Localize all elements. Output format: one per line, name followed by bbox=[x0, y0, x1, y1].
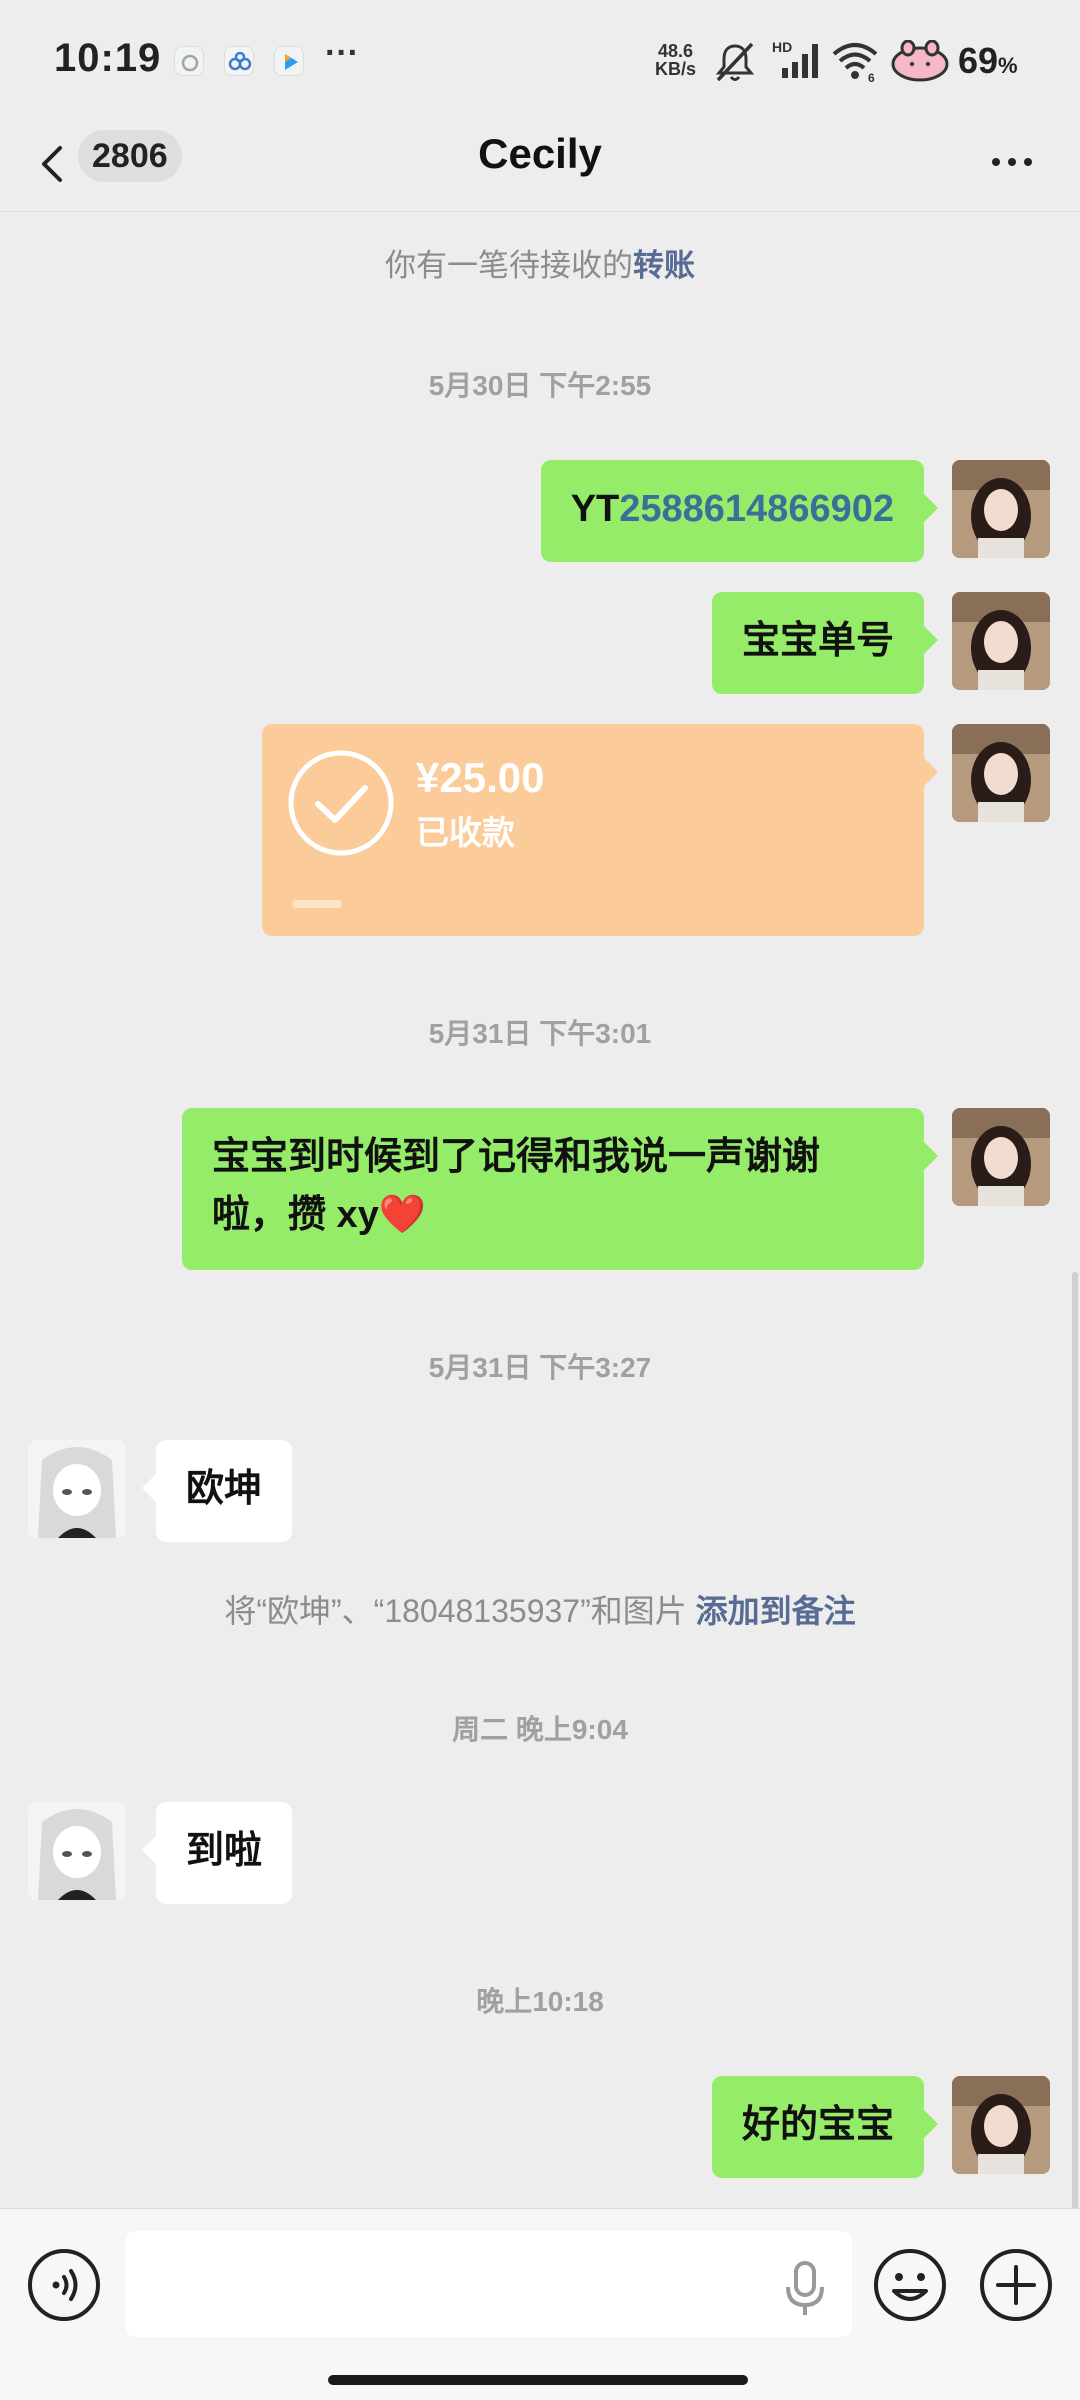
hd-signal-icon: HD bbox=[772, 39, 818, 78]
pending-transfer-notice: 你有一笔待接收的转账 bbox=[385, 248, 695, 283]
heart-emoji: ❤️ bbox=[378, 1194, 427, 1236]
my-avatar[interactable] bbox=[952, 2076, 1050, 2174]
message-bubble[interactable]: 宝宝到时候到了记得和我说一声谢谢 啦，攒 xy❤️ bbox=[182, 1108, 938, 1270]
wifi-icon: 6 bbox=[832, 43, 878, 84]
message-input[interactable] bbox=[126, 2231, 852, 2337]
chat-title: Cecily bbox=[478, 130, 602, 177]
my-avatar[interactable] bbox=[952, 1108, 1050, 1206]
baidu-cloud-icon bbox=[224, 46, 254, 76]
more-notifications-icon: ··· bbox=[325, 34, 359, 72]
tracking-number[interactable]: 2588614866902 bbox=[619, 488, 894, 530]
battery-percent: 69% bbox=[958, 40, 1018, 81]
timestamp: 5月31日 下午3:27 bbox=[428, 1352, 652, 1383]
transfer-status: 已收款 bbox=[416, 814, 515, 851]
message-bubble[interactable]: 好的宝宝 bbox=[711, 2076, 939, 2178]
voice-mode-icon[interactable] bbox=[26, 2247, 102, 2323]
my-avatar[interactable] bbox=[952, 592, 1050, 690]
emoji-icon[interactable] bbox=[872, 2247, 948, 2323]
message-bubble[interactable]: 到啦 bbox=[141, 1802, 293, 1904]
add-to-remark-link[interactable]: 添加到备注 bbox=[696, 1593, 856, 1629]
transfer-amount: ¥25.00 bbox=[416, 754, 545, 801]
transfer-link[interactable]: 转账 bbox=[633, 248, 695, 283]
more-options-icon[interactable] bbox=[988, 140, 1036, 180]
svg-text:HD: HD bbox=[772, 39, 792, 55]
network-speed-unit: KB/s bbox=[655, 59, 697, 79]
message-bubble[interactable]: 欧坤 bbox=[141, 1440, 293, 1542]
input-bar bbox=[0, 2208, 1080, 2400]
my-avatar[interactable] bbox=[952, 724, 1050, 822]
transfer-card[interactable]: ¥25.00 已收款 bbox=[262, 724, 938, 936]
home-indicator[interactable] bbox=[328, 2375, 748, 2385]
status-bar: 10:19 ··· 48.6 KB/s HD 6 69% bbox=[0, 0, 1080, 120]
mute-icon bbox=[715, 42, 755, 82]
received-check-icon bbox=[288, 750, 394, 856]
microphone-icon[interactable] bbox=[782, 2259, 828, 2319]
timestamp: 5月31日 下午3:01 bbox=[428, 1018, 652, 1049]
my-avatar[interactable] bbox=[952, 460, 1050, 558]
contact-avatar[interactable] bbox=[28, 1802, 126, 1900]
message-bubble[interactable]: YT2588614866902 bbox=[540, 460, 939, 562]
timestamp: 晚上10:18 bbox=[476, 1986, 604, 2017]
add-remark-hint: 将“欧坤”、“18048135937”和图片 添加到备注 bbox=[224, 1593, 856, 1629]
chat-scrollbar[interactable] bbox=[1072, 1272, 1078, 2212]
weibo-app-icon bbox=[174, 46, 204, 76]
chat-header: 2806 Cecily bbox=[0, 120, 1080, 212]
status-time: 10:19 bbox=[54, 36, 162, 80]
video-app-icon bbox=[274, 46, 304, 76]
contact-avatar[interactable] bbox=[28, 1440, 126, 1538]
timestamp: 5月30日 下午2:55 bbox=[428, 370, 652, 401]
timestamp: 周二 晚上9:04 bbox=[452, 1714, 628, 1745]
message-bubble[interactable]: 宝宝单号 bbox=[711, 592, 939, 694]
battery-icon bbox=[891, 40, 949, 82]
network-speed: 48.6 KB/s bbox=[655, 42, 696, 78]
network-speed-value: 48.6 bbox=[657, 41, 694, 61]
plus-icon[interactable] bbox=[978, 2247, 1054, 2323]
transfer-footer-divider bbox=[292, 900, 342, 908]
svg-text:6: 6 bbox=[868, 71, 875, 84]
